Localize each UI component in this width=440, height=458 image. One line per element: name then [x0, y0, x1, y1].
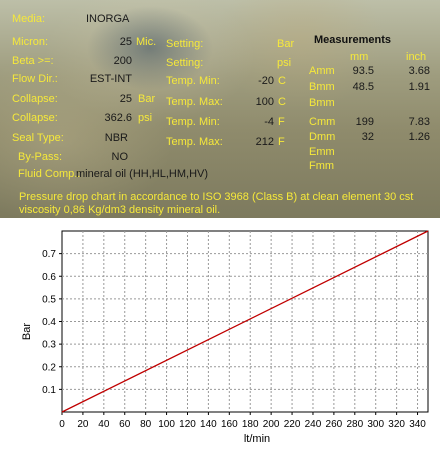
x-tick-label: 0 — [59, 419, 65, 430]
temp-max-c-unit: C — [278, 96, 286, 108]
measurement-row-label: Emm — [309, 146, 335, 158]
collapse-bar-label: Collapse: — [12, 93, 58, 105]
x-tick-label: 280 — [346, 419, 363, 430]
pressure-drop-chart: 0 20 40 60 80 100 120 140 160 180 200 220 240 260 280 3… — [0, 218, 440, 458]
by-pass-label: By-Pass: — [18, 151, 63, 163]
x-tick-label: 120 — [179, 419, 196, 430]
temp-min-f-unit: F — [278, 116, 285, 128]
measurement-row-mm: 199 — [355, 116, 374, 128]
x-tick-label: 80 — [140, 419, 152, 430]
temp-max-c-value: 100 — [255, 96, 274, 108]
y-tick-label: 0.5 — [42, 294, 56, 305]
setting-bar-label: Setting: — [166, 38, 204, 50]
y-tick-label: 0.2 — [42, 362, 56, 373]
setting-psi-label: Setting: — [166, 57, 204, 69]
measurements-title: Measurements — [314, 34, 392, 46]
x-axis-title: lt/min — [244, 433, 270, 445]
x-tick-label: 60 — [119, 419, 131, 430]
micron-unit: Mic. — [136, 36, 157, 48]
temp-min-c-unit: C — [278, 75, 286, 87]
temp-max-f-unit: F — [278, 136, 285, 148]
y-axis-title: Bar — [21, 323, 33, 340]
y-tick-label: 0.3 — [42, 340, 56, 351]
x-tick-label: 140 — [200, 419, 217, 430]
filter-spec-panel: Media: INORGANI Micron: 25 Mic. Beta >=:… — [0, 0, 440, 218]
setting-psi-unit: psi — [277, 57, 292, 69]
measurement-row-mm: 32 — [361, 131, 374, 143]
temp-max-f-label: Temp. Max: — [166, 136, 223, 148]
x-tick-label: 20 — [77, 419, 89, 430]
measurement-row-inch: 7.83 — [408, 116, 430, 128]
chart-svg: 0 20 40 60 80 100 120 140 160 180 200 220 240 260 280 3… — [21, 230, 429, 445]
y-tick-label: 0.6 — [42, 272, 56, 283]
collapse-bar-unit: Bar — [138, 93, 156, 105]
x-tick-label: 340 — [409, 419, 426, 430]
beta-value: 200 — [113, 55, 132, 67]
x-tick-label: 180 — [242, 419, 259, 430]
measurement-row-label: Bmm — [309, 97, 335, 109]
setting-bar-unit: Bar — [277, 38, 295, 50]
measurements-col-mm: mm — [350, 51, 369, 63]
x-tick-label: 240 — [305, 419, 322, 430]
measurement-row-mm: 48.5 — [352, 81, 374, 93]
flow-dir-label: Flow Dir.: — [12, 73, 58, 85]
x-tick-label: 40 — [98, 419, 110, 430]
seal-type-label: Seal Type: — [12, 132, 64, 144]
x-tick-label: 100 — [158, 419, 175, 430]
micron-value: 25 — [119, 36, 132, 48]
collapse-psi-value: 362.6 — [104, 112, 132, 124]
micron-label: Micron: — [12, 36, 49, 48]
temp-min-c-value: -20 — [258, 75, 274, 87]
x-tick-label: 300 — [367, 419, 384, 430]
measurement-row-inch: 3.68 — [408, 65, 430, 77]
fluid-comp-value: mineral oil (HH,HL,HM,HV) — [76, 168, 209, 180]
temp-max-c-label: Temp. Max: — [166, 96, 223, 108]
measurement-row-mm: 93.5 — [352, 65, 374, 77]
x-tick-label: 320 — [388, 419, 405, 430]
measurement-row-inch: 1.26 — [408, 131, 430, 143]
media-label: Media: — [12, 13, 46, 25]
seal-type-value: NBR — [104, 132, 128, 144]
x-tick-label: 160 — [221, 419, 238, 430]
measurements-col-inch: inch — [406, 51, 427, 63]
measurement-row-inch: 1.91 — [408, 81, 430, 93]
temp-min-c-label: Temp. Min: — [166, 75, 220, 87]
collapse-psi-label: Collapse: — [12, 112, 58, 124]
temp-min-f-value: -4 — [264, 116, 274, 128]
x-tick-label: 200 — [263, 419, 280, 430]
x-tick-label: 260 — [326, 419, 343, 430]
x-tick-label: 220 — [284, 419, 301, 430]
by-pass-value: NO — [111, 151, 129, 163]
measurement-row-label: Fmm — [309, 160, 335, 172]
y-tick-label: 0.7 — [42, 249, 56, 260]
y-tick-label: 0.1 — [42, 385, 56, 396]
y-tick-label: 0.4 — [42, 317, 56, 328]
beta-label: Beta >=: — [12, 55, 54, 67]
collapse-bar-value: 25 — [119, 93, 132, 105]
fluid-comp-label: Fluid Comp.: — [18, 168, 81, 180]
flow-dir-value: EST-INT — [89, 73, 132, 85]
pressure-drop-note: Pressure drop chart in accordance to ISO… — [19, 191, 414, 216]
collapse-psi-unit: psi — [138, 112, 153, 124]
temp-max-f-value: 212 — [255, 136, 274, 148]
media-value: INORGANI — [86, 13, 130, 25]
temp-min-f-label: Temp. Min: — [166, 116, 220, 128]
